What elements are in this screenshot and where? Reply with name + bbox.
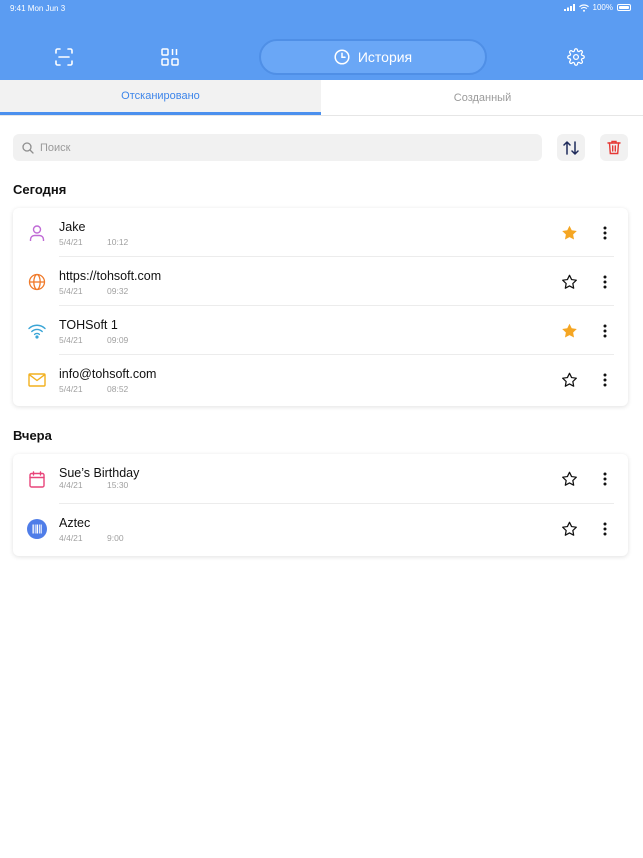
calendar-icon <box>27 469 47 489</box>
more-vertical-icon[interactable] <box>597 519 613 539</box>
search-icon <box>22 141 34 154</box>
more-vertical-icon[interactable] <box>597 223 613 243</box>
item-time: 10:12 <box>107 237 129 247</box>
star-outline-icon[interactable] <box>559 370 579 390</box>
list-item[interactable]: Aztec 4/4/21 9:00 <box>13 504 628 556</box>
item-title: https://tohsoft.com <box>59 269 162 283</box>
sort-arrows-icon <box>563 140 579 155</box>
top-toolbar: История <box>0 34 643 80</box>
history-label: История <box>357 49 413 65</box>
item-date: 5/4/21 <box>59 384 83 394</box>
qr-grid-icon[interactable] <box>159 46 181 68</box>
item-title: Aztec <box>59 516 91 530</box>
item-title: Jake <box>59 220 86 234</box>
gear-icon[interactable] <box>565 46 587 68</box>
tab-scanned[interactable]: Отсканировано <box>0 80 321 115</box>
item-time: 08:52 <box>107 384 129 394</box>
more-vertical-icon[interactable] <box>597 469 613 489</box>
item-date: 4/4/21 <box>59 480 83 490</box>
item-time: 9:00 <box>107 533 124 543</box>
star-outline-icon[interactable] <box>559 469 579 489</box>
battery-percent: 100% <box>592 3 613 12</box>
item-time: 15:30 <box>107 480 129 490</box>
history-list-today: Jake 5/4/21 10:12 https://tohsoft.com 5/… <box>13 208 628 406</box>
list-item[interactable]: https://tohsoft.com 5/4/21 09:32 <box>13 257 628 306</box>
tab-created[interactable]: Созданный <box>322 80 643 115</box>
status-indicators: 100% <box>563 3 631 12</box>
wifi-icon <box>27 321 47 341</box>
list-item[interactable]: TOHSoft 1 5/4/21 09:09 <box>13 306 628 355</box>
section-title-yesterday: Вчера <box>13 428 52 443</box>
more-vertical-icon[interactable] <box>597 321 613 341</box>
wifi-status-icon <box>578 3 589 12</box>
item-date: 5/4/21 <box>59 286 83 296</box>
signal-icon <box>563 4 575 11</box>
item-title: info@tohsoft.com <box>59 367 157 381</box>
barcode-icon <box>27 519 47 539</box>
status-time: 9:41 Mon Jun 3 <box>10 4 66 13</box>
list-item[interactable]: Jake 5/4/21 10:12 <box>13 208 628 257</box>
list-item[interactable]: info@tohsoft.com 5/4/21 08:52 <box>13 355 628 404</box>
item-date: 4/4/21 <box>59 533 83 543</box>
battery-icon <box>617 4 631 11</box>
sort-button[interactable] <box>557 134 585 161</box>
list-item[interactable]: Sue’s Birthday 4/4/21 15:30 <box>13 454 628 504</box>
star-outline-icon[interactable] <box>559 519 579 539</box>
item-date: 5/4/21 <box>59 335 83 345</box>
item-time: 09:09 <box>107 335 129 345</box>
email-icon <box>27 370 47 390</box>
status-bar: 9:41 Mon Jun 3 100% <box>0 0 643 18</box>
scan-icon[interactable] <box>53 46 75 68</box>
section-title-today: Сегодня <box>13 182 67 197</box>
star-filled-icon[interactable] <box>559 321 579 341</box>
item-date: 5/4/21 <box>59 237 83 247</box>
app-header: 9:41 Mon Jun 3 100% История <box>0 0 643 80</box>
delete-all-button[interactable] <box>600 134 628 161</box>
star-filled-icon[interactable] <box>559 223 579 243</box>
item-title: TOHSoft 1 <box>59 318 118 332</box>
history-list-yesterday: Sue’s Birthday 4/4/21 15:30 Aztec 4/4/21… <box>13 454 628 556</box>
trash-icon <box>607 140 621 155</box>
item-title: Sue’s Birthday <box>59 466 140 480</box>
scan-history-tabs: Отсканировано Созданный <box>0 80 643 116</box>
star-outline-icon[interactable] <box>559 272 579 292</box>
search-bar <box>13 134 542 161</box>
contact-icon <box>27 223 47 243</box>
globe-icon <box>27 272 47 292</box>
item-time: 09:32 <box>107 286 129 296</box>
history-tab-button[interactable]: История <box>259 39 487 75</box>
clock-icon <box>334 49 350 65</box>
more-vertical-icon[interactable] <box>597 272 613 292</box>
more-vertical-icon[interactable] <box>597 370 613 390</box>
search-input[interactable] <box>40 141 520 154</box>
